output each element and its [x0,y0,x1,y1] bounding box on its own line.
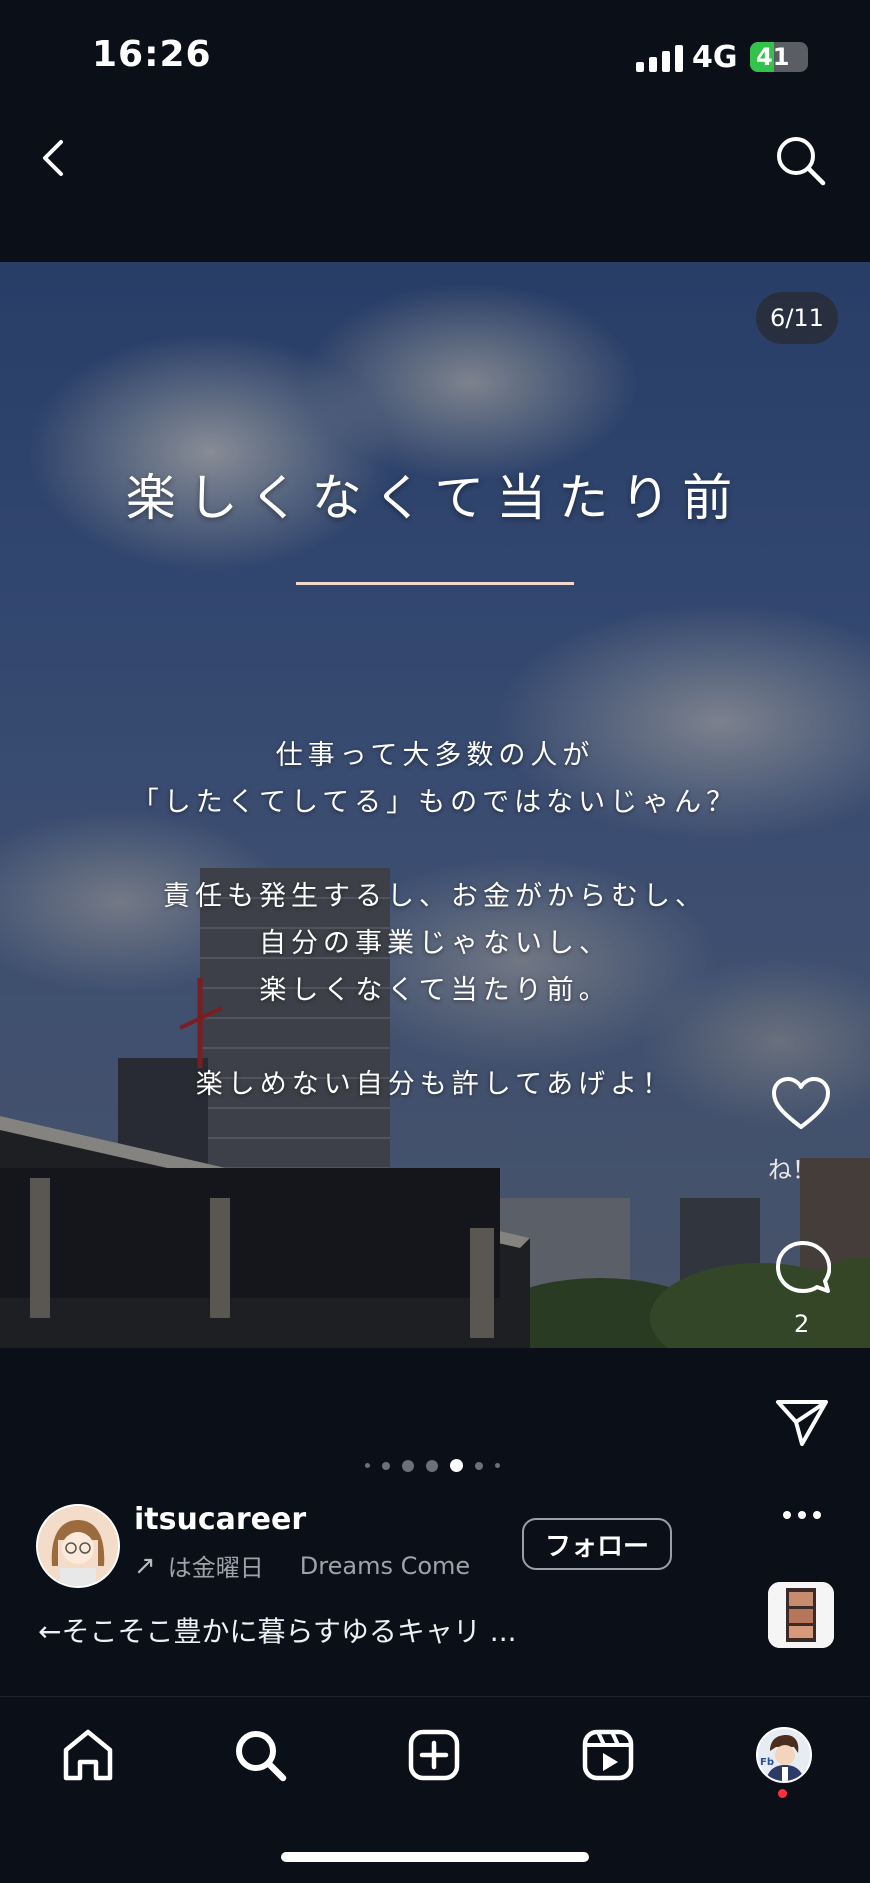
more-icon [783,1511,821,1519]
carousel-dot-active [449,1459,463,1472]
svg-text:Fb: Fb [760,1757,774,1768]
chevron-left-icon [43,140,63,176]
top-bar [0,110,870,260]
comment-button[interactable] [768,1232,838,1302]
body-line: 仕事って大多数の人が [275,740,595,771]
tab-profile[interactable]: Fb [756,1727,812,1783]
home-indicator[interactable] [281,1852,589,1862]
carousel-dot [474,1461,483,1470]
headline-underline [296,582,574,585]
follow-button[interactable]: フォロー [522,1518,672,1570]
search-icon [777,137,826,186]
reels-icon [582,1729,634,1781]
battery-level: 41 [756,43,790,71]
author-avatar[interactable] [36,1504,120,1588]
cellular-signal-icon [636,44,683,72]
share-button[interactable] [770,1390,834,1454]
tab-create[interactable] [402,1723,466,1787]
music-prefix: は金曜日 [167,1554,264,1582]
tab-reels[interactable] [576,1723,640,1787]
post-body-text: 仕事って大多数の人が 「したくてしてる」ものではないじゃん？ 責任も発生するし、… [0,732,870,1108]
profile-avatar-image: Fb [758,1729,810,1781]
body-line: 楽しめない自分も許してあげよ！ [195,1069,675,1100]
author-username[interactable]: itsucareer [134,1502,306,1537]
comment-icon [776,1241,831,1293]
like-label: ね！ [768,1156,816,1184]
heart-icon [772,1077,830,1129]
network-type: 4G [692,40,738,75]
body-line [0,1014,870,1061]
back-button[interactable] [24,128,84,188]
battery-icon: 41 [750,42,808,72]
post-headline: 楽しくなくて当たり前 [125,469,745,527]
send-icon [776,1400,828,1446]
home-icon [63,1729,113,1781]
post-image[interactable]: 6/11 楽しくなくて当たり前 仕事って大多数の人が 「したくてしてる」ものでは… [0,262,870,1348]
slide-counter: 6/11 [756,292,838,344]
more-button[interactable] [776,1500,828,1530]
search-button[interactable] [768,128,832,192]
status-time: 16:26 [92,34,212,75]
carousel-indicator [0,1459,867,1472]
body-line: 「したくてしてる」ものではないじゃん？ [131,787,739,818]
search-icon [236,1731,287,1782]
tab-home[interactable] [56,1723,120,1787]
carousel-dot [381,1461,390,1470]
plus-square-icon [408,1729,460,1781]
body-line: 責任も発生するし、お金がからむし、 [163,881,707,912]
music-info[interactable]: ↗ は金曜日 Dreams Come [134,1548,470,1583]
comment-count: 2 [794,1310,810,1338]
body-line: 自分の事業じゃないし、 [259,928,611,959]
tab-search[interactable] [228,1723,292,1787]
music-title: Dreams Come [299,1551,471,1580]
like-button[interactable] [766,1068,836,1138]
post-caption[interactable]: ←そこそこ豊かに暮らすゆるキャリ ... [38,1610,517,1650]
status-bar: 16:26 4G 41 [0,0,870,110]
body-line: 楽しくなくて当たり前。 [259,975,611,1006]
carousel-dot [494,1463,500,1468]
audio-thumbnail[interactable] [768,1582,834,1648]
audio-cover-image [768,1582,834,1648]
arrow-up-right-icon: ↗ [134,1550,156,1581]
avatar-illustration [38,1506,118,1586]
carousel-dot [401,1459,414,1472]
carousel-dot [364,1463,370,1468]
carousel-dot [425,1459,438,1472]
notification-dot [778,1789,787,1798]
body-line [0,826,870,873]
